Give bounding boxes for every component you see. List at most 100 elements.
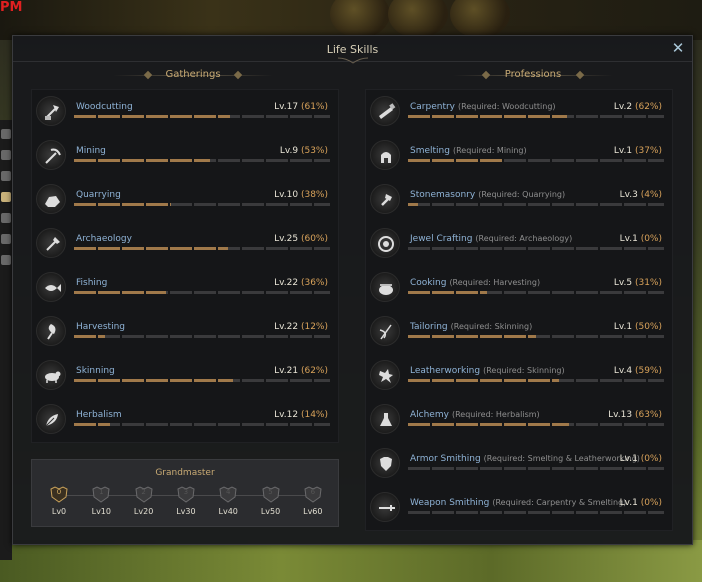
skill-level: Lv.3 (4%) <box>620 190 662 200</box>
tier-label: Lv10 <box>91 507 111 516</box>
grandmaster-tier: 2 Lv20 <box>129 484 159 516</box>
skill-level-value: Lv.21 <box>274 366 299 376</box>
grandmaster-tier: 4 Lv40 <box>213 484 243 516</box>
skill-level-value: Lv.1 <box>613 322 633 332</box>
skill-progress-bar <box>408 467 664 470</box>
tier-shield-icon: 3 <box>176 484 196 504</box>
skill-row[interactable]: Leatherworking (Required: Skinning) Lv.4 (… <box>366 354 672 398</box>
skill-level-value: Lv.25 <box>274 234 299 244</box>
life-skills-window: Life Skills ✕ Gatherings Professions Woo… <box>12 35 693 545</box>
gatherings-title: Gatherings <box>165 69 221 80</box>
tier-label: Lv0 <box>51 507 67 516</box>
skill-row[interactable]: Smelting (Required: Mining) Lv.1 (37%) <box>366 134 672 178</box>
skill-percent: (12%) <box>300 322 328 332</box>
grandmaster-tier: 1 Lv10 <box>86 484 116 516</box>
skill-row[interactable]: Fishing Lv.22 (36%) <box>32 266 338 310</box>
skill-progress-fill <box>74 423 110 426</box>
tier-number: 6 <box>310 488 316 496</box>
skill-progress-bar <box>408 335 664 338</box>
skill-row[interactable]: Alchemy (Required: Herbalism) Lv.13 (63%) <box>366 398 672 442</box>
skill-progress-fill <box>408 335 536 338</box>
skill-row[interactable]: Skinning Lv.21 (62%) <box>32 354 338 398</box>
skill-row[interactable]: Cooking (Required: Harvesting) Lv.5 (31%) <box>366 266 672 310</box>
saw-icon <box>370 96 400 126</box>
skill-name: Skinning <box>76 366 115 376</box>
skill-percent: (62%) <box>300 366 328 376</box>
skill-progress-bar <box>74 379 330 382</box>
axe-log-icon <box>36 96 66 126</box>
skill-row[interactable]: Herbalism Lv.12 (14%) <box>32 398 338 442</box>
skill-row[interactable]: Tailoring (Required: Skinning) Lv.1 (50%) <box>366 310 672 354</box>
skill-level: Lv.5 (31%) <box>614 278 662 288</box>
professions-title: Professions <box>504 69 562 80</box>
window-title-bar[interactable]: Life Skills ✕ <box>13 36 692 64</box>
skill-level-value: Lv.1 <box>613 146 633 156</box>
tier-shield-icon: 1 <box>91 484 111 504</box>
skill-progress-fill <box>74 379 233 382</box>
tier-number: 4 <box>225 488 231 496</box>
side-menu-icon[interactable] <box>1 213 11 223</box>
title-ornament-icon <box>338 57 368 64</box>
skill-percent: (0%) <box>640 234 662 244</box>
skill-level-value: Lv.12 <box>274 410 299 420</box>
side-menu-icon[interactable] <box>1 171 11 181</box>
skill-progress-fill <box>408 159 503 162</box>
flask-icon <box>370 404 400 434</box>
skill-percent: (53%) <box>300 146 328 156</box>
close-icon[interactable]: ✕ <box>670 40 686 56</box>
skill-row[interactable]: Quarrying Lv.10 (38%) <box>32 178 338 222</box>
skill-name-text: Smelting <box>410 146 450 156</box>
skill-level: Lv.9 (53%) <box>280 146 328 156</box>
professions-header: Professions <box>453 68 613 82</box>
skill-progress-bar <box>408 159 664 162</box>
skill-percent: (38%) <box>300 190 328 200</box>
stone-icon <box>36 184 66 214</box>
skill-level: Lv.2 (62%) <box>614 102 662 112</box>
skill-row[interactable]: Mining Lv.9 (53%) <box>32 134 338 178</box>
grandmaster-panel: Grandmaster 0 Lv0 1 Lv10 2 Lv20 3 Lv30 4 Lv40 5 Lv5… <box>31 459 339 527</box>
skill-name-text: Quarrying <box>76 190 121 200</box>
side-menu-icon-life-skills[interactable] <box>1 192 11 202</box>
skill-name-text: Woodcutting <box>76 102 133 112</box>
skill-level: Lv.12 (14%) <box>274 410 328 420</box>
side-menu-icon[interactable] <box>1 234 11 244</box>
skill-progress-fill <box>74 335 105 338</box>
side-menu-icon[interactable] <box>1 255 11 265</box>
gem-icon <box>370 228 400 258</box>
skill-level-value: Lv.1 <box>619 454 638 464</box>
skill-name: Herbalism <box>76 410 122 420</box>
skill-requirement: (Required: Herbalism) <box>451 410 540 419</box>
skill-percent: (4%) <box>640 190 662 200</box>
skill-progress-bar <box>74 159 330 162</box>
side-menu-icon[interactable] <box>1 129 11 139</box>
skill-level-value: Lv.2 <box>613 102 633 112</box>
skill-name: Archaeology <box>76 234 132 244</box>
skill-row[interactable]: Carpentry (Required: Woodcutting) Lv.2 (62… <box>366 90 672 134</box>
skill-level-value: Lv.1 <box>619 498 638 508</box>
skill-requirement: (Required: Mining) <box>452 146 527 155</box>
skill-level: Lv.4 (59%) <box>614 366 662 376</box>
skill-progress-fill <box>408 423 570 426</box>
skill-row[interactable]: Weapon Smithing (Required: Carpentry & Sm… <box>366 486 672 530</box>
skill-row[interactable]: Harvesting Lv.22 (12%) <box>32 310 338 354</box>
skill-percent: (31%) <box>634 278 662 288</box>
tier-shield-icon: 5 <box>261 484 281 504</box>
skill-row[interactable]: Jewel Crafting (Required: Archaeology) Lv.… <box>366 222 672 266</box>
animal-icon <box>36 360 66 390</box>
tier-shield-icon: 4 <box>218 484 238 504</box>
tier-shield-icon: 6 <box>303 484 323 504</box>
skill-percent: (14%) <box>300 410 328 420</box>
skill-row[interactable]: Archaeology Lv.25 (60%) <box>32 222 338 266</box>
skill-row[interactable]: Woodcutting Lv.17 (61%) <box>32 90 338 134</box>
side-menu-icon[interactable] <box>1 150 11 160</box>
skill-name: Fishing <box>76 278 107 288</box>
skill-row[interactable]: Stonemasonry (Required: Quarrying) Lv.3 (4… <box>366 178 672 222</box>
grandmaster-tier: 5 Lv50 <box>256 484 286 516</box>
skill-progress-bar <box>74 247 330 250</box>
hide-icon <box>370 360 400 390</box>
needle-icon <box>370 316 400 346</box>
skill-level-value: Lv.9 <box>279 146 299 156</box>
skill-row[interactable]: Armor Smithing (Required: Smelting & Leat… <box>366 442 672 486</box>
skill-name: Alchemy (Required: Herbalism) <box>410 410 540 420</box>
skill-name-text: Archaeology <box>76 234 132 244</box>
